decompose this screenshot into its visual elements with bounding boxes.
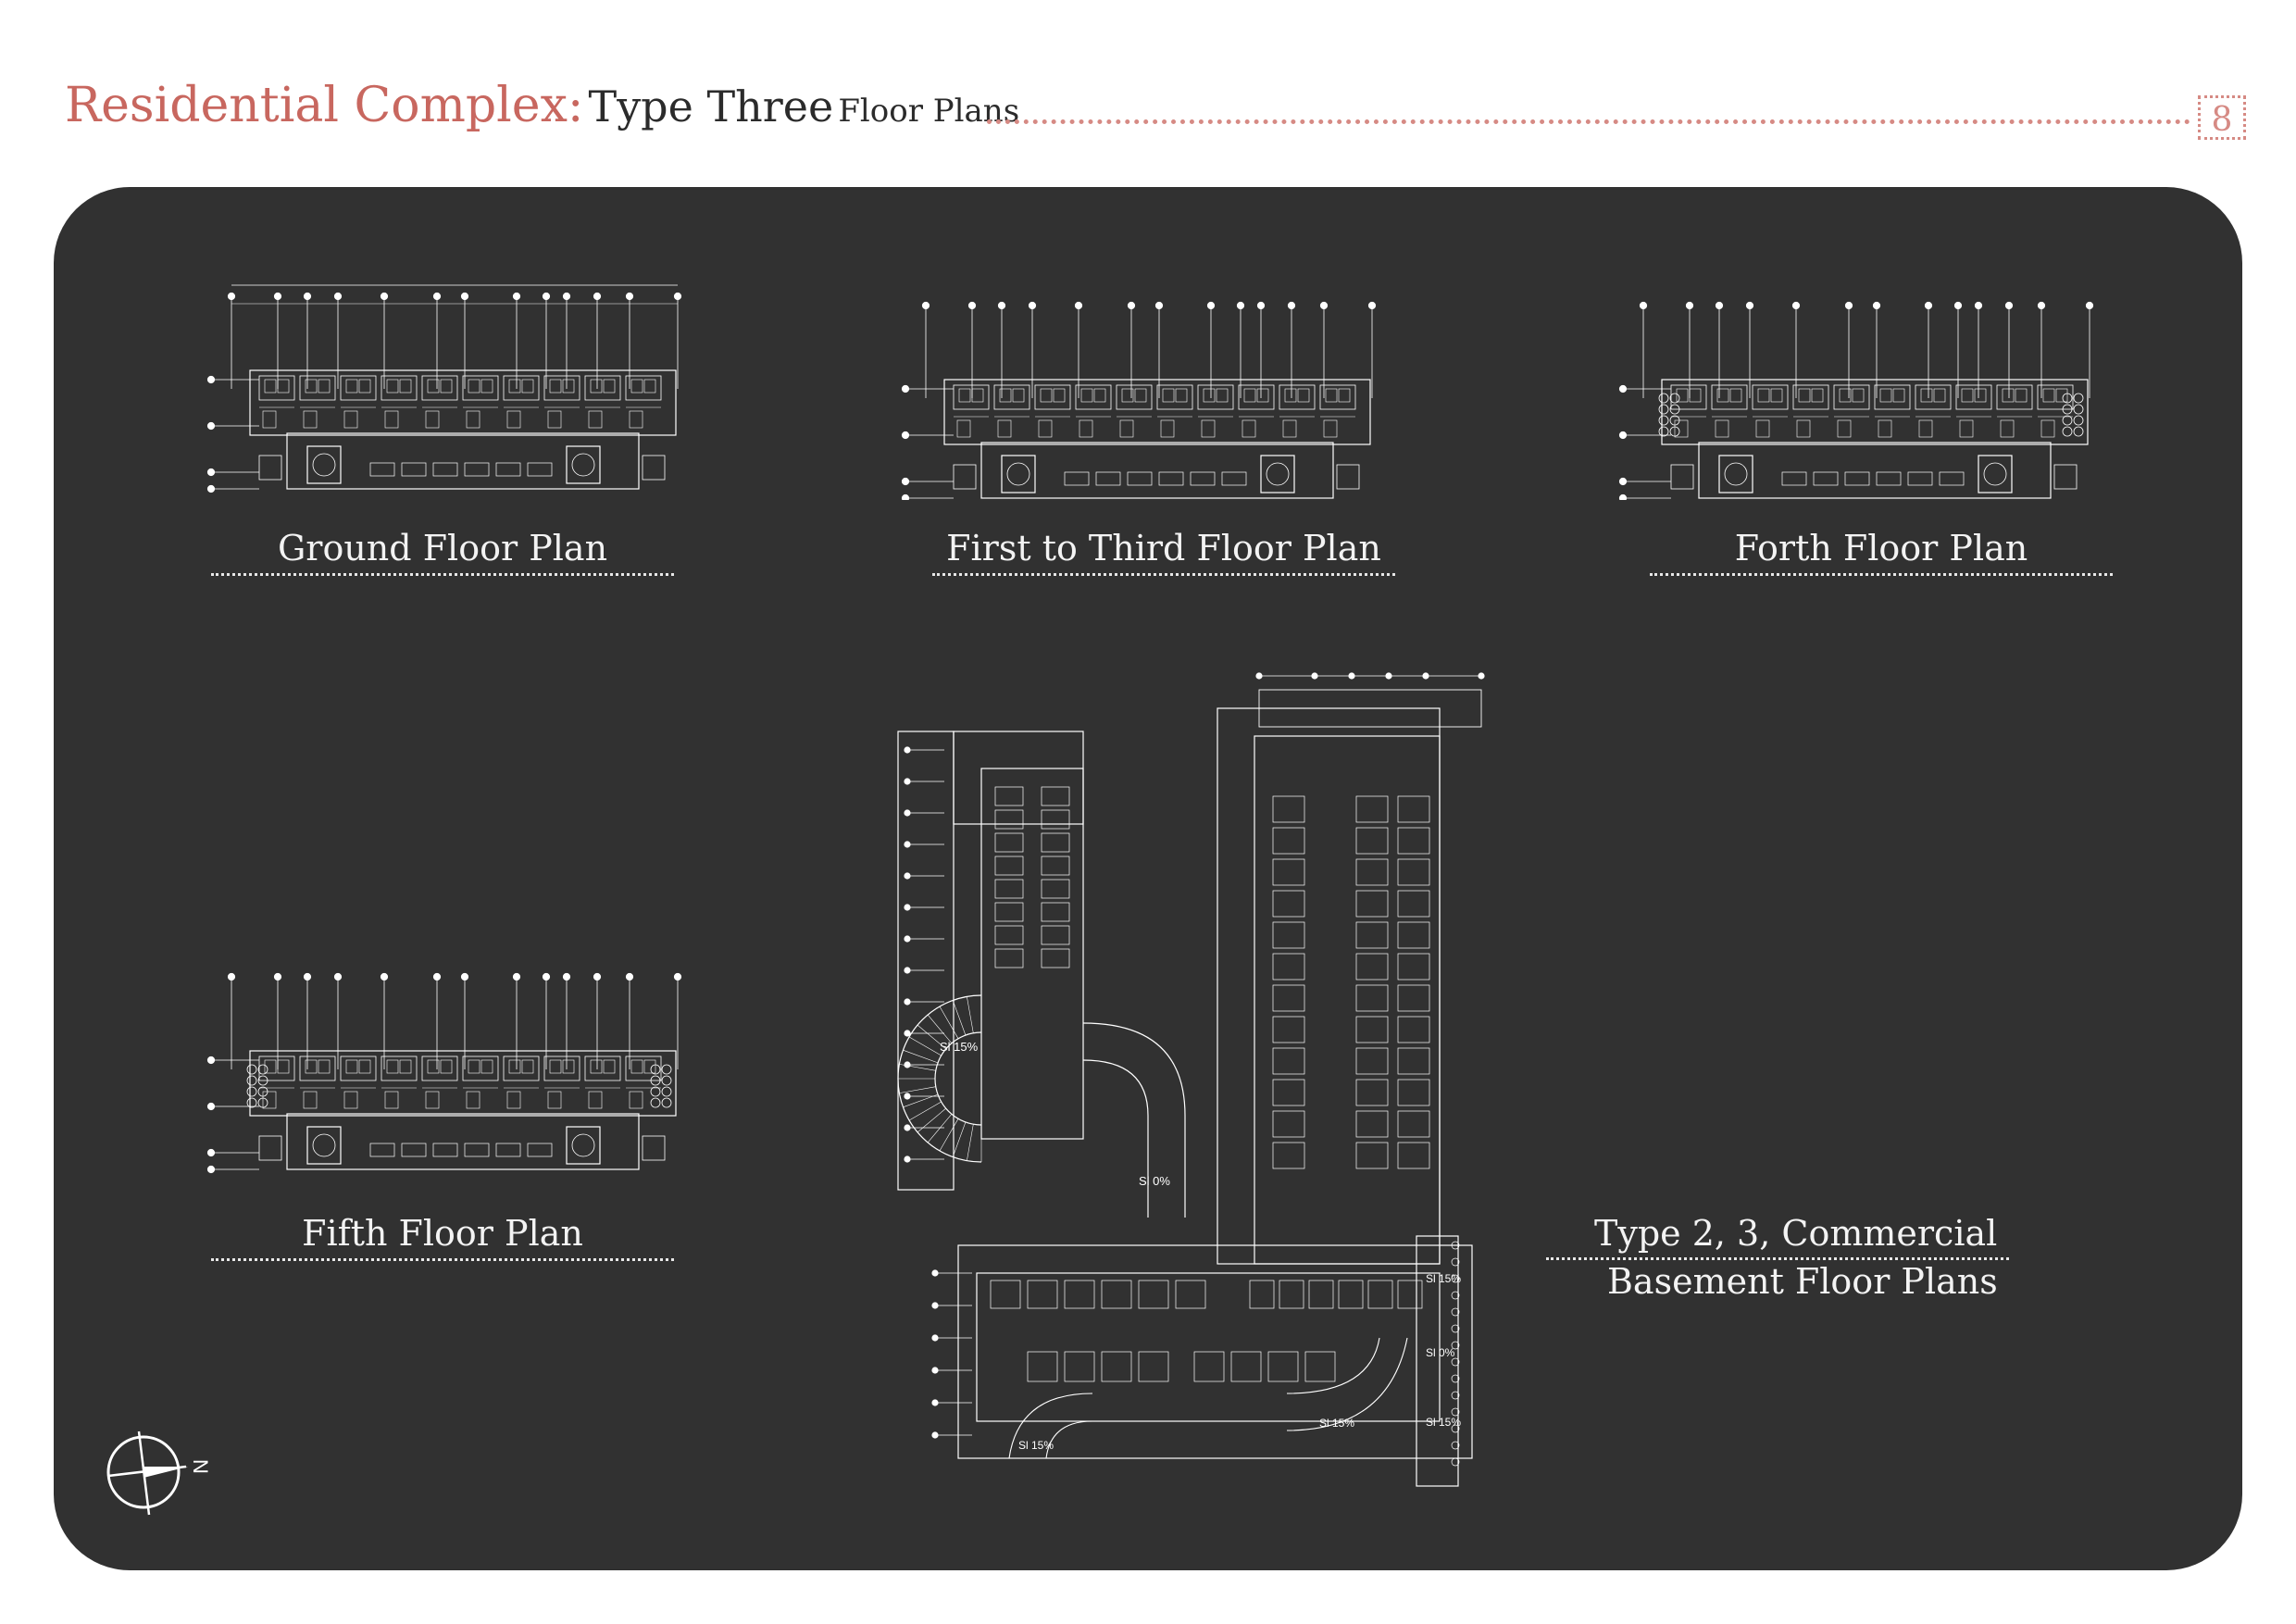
caption-underline [1650,573,2113,576]
basement-floor-plan-drawing: Sl 15% Sl 0% Sl 15% Sl 15% Sl 15% Sl 0% Sl 15% [897,672,1485,1487]
caption-basement-line1: Type 2, 3, Commercial [1594,1213,1998,1254]
caption-underline [932,573,1395,576]
svg-text:Sl 15%: Sl 15% [1319,1417,1354,1430]
caption-underline [1546,1257,2009,1260]
ground-floor-plan-drawing [206,284,682,493]
caption-forth: Forth Floor Plan [1734,528,2028,568]
fifth-floor-plan-drawing [206,972,682,1174]
forth-floor-plan-drawing [1618,301,2094,500]
page-title: Residential Complex: Type Three Floor Pl… [65,78,1019,133]
compass-label: N [189,1459,212,1474]
caption-underline [211,1258,674,1261]
title-red: Residential Complex: [65,78,584,133]
caption-fifth: Fifth Floor Plan [302,1213,583,1254]
north-arrow-icon: N [106,1430,212,1516]
svg-text:Sl 0%: Sl 0% [1426,1346,1455,1359]
svg-text:Sl 0%: Sl 0% [1139,1174,1170,1188]
page-number: 8 [2198,95,2246,140]
svg-text:Sl 15%: Sl 15% [1018,1439,1054,1452]
svg-text:Sl 15%: Sl 15% [940,1040,979,1054]
title-sub: Floor Plans [838,93,1020,130]
caption-underline [211,573,674,576]
caption-first-third: First to Third Floor Plan [946,528,1381,568]
title-main: Type Three [588,81,834,131]
title-divider [987,119,2190,124]
caption-ground: Ground Floor Plan [277,528,608,568]
svg-text:Sl 15%: Sl 15% [1426,1416,1461,1429]
first-to-third-floor-plan-drawing [901,301,1377,500]
caption-basement-line2: Basement Floor Plans [1607,1261,1998,1302]
svg-text:Sl 15%: Sl 15% [1426,1272,1461,1285]
